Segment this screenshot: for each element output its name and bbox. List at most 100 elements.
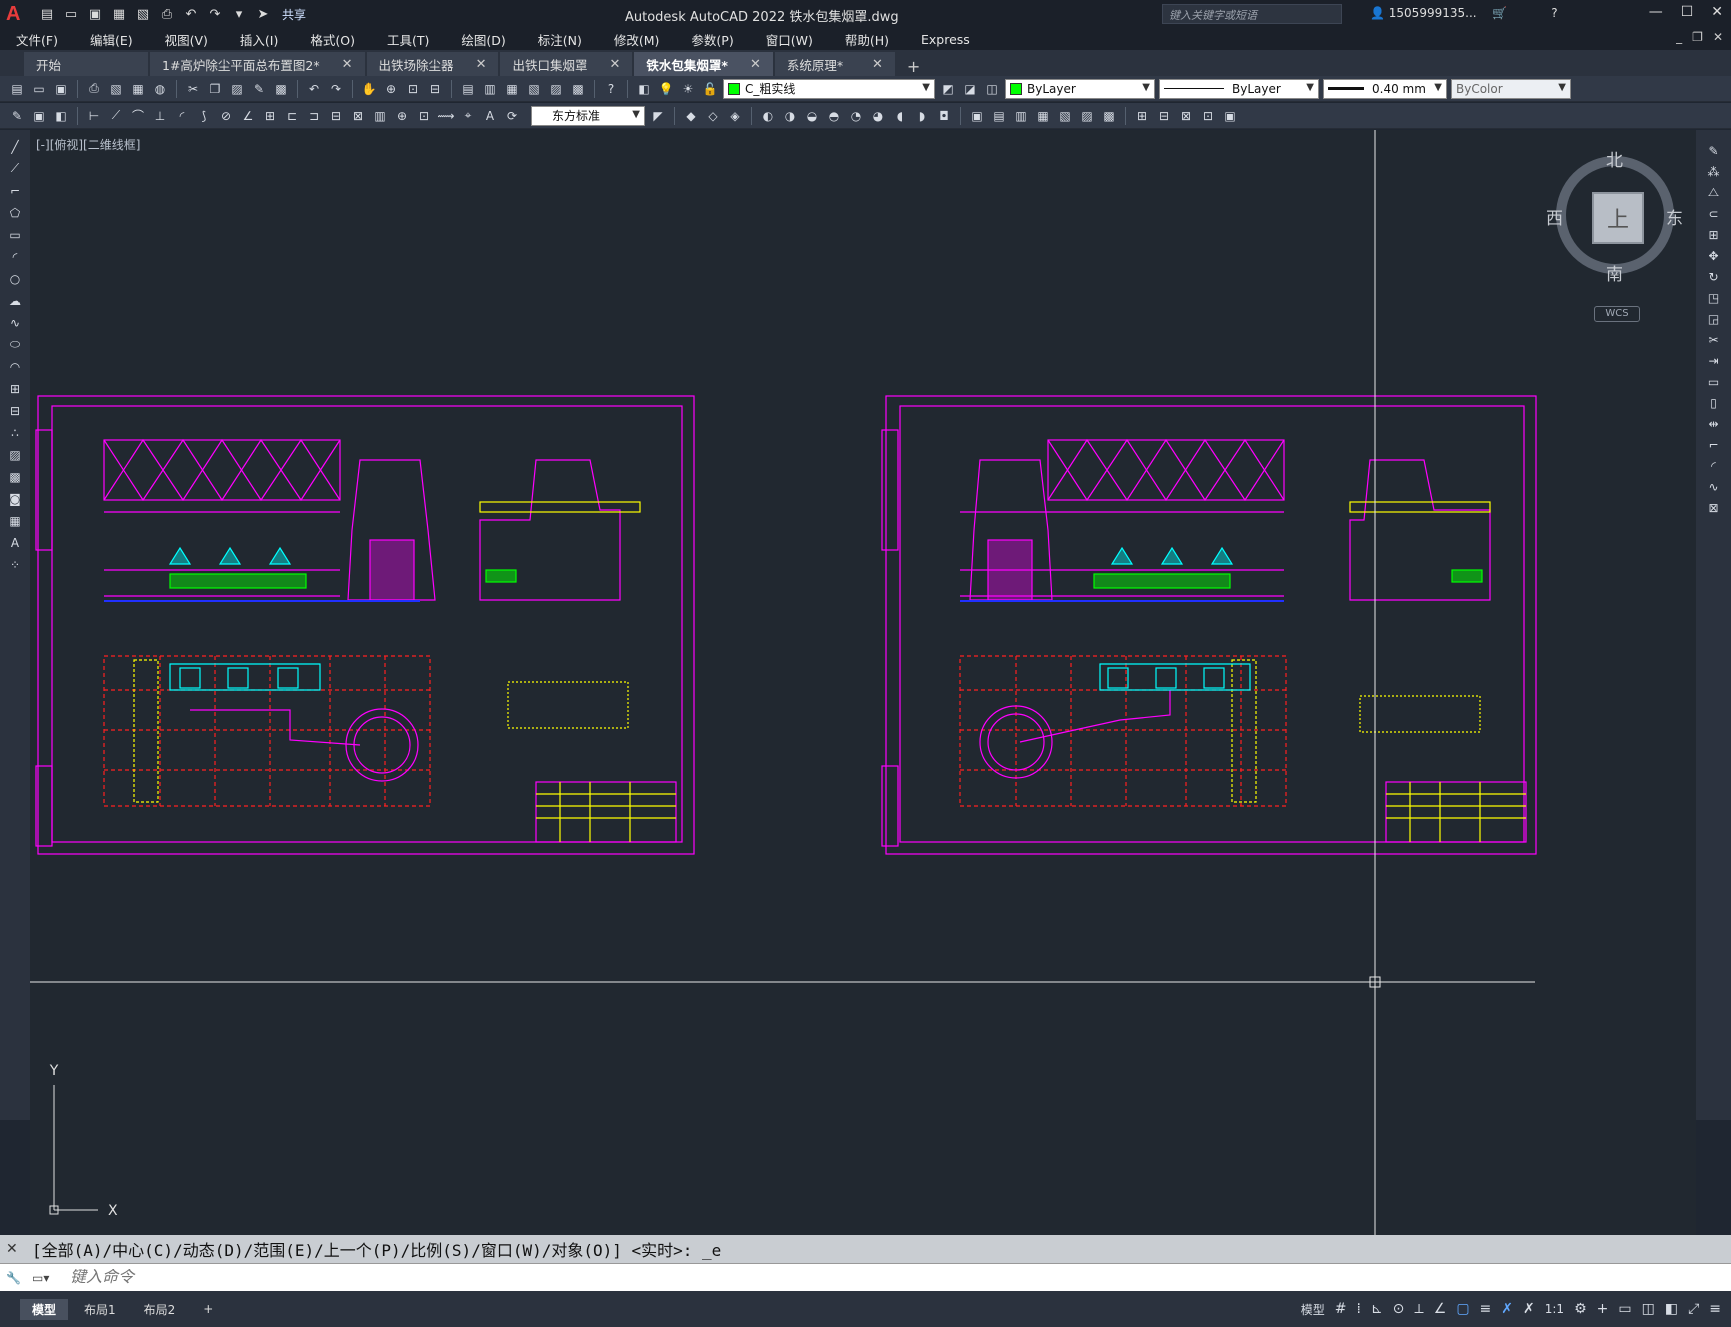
layer-merge-icon[interactable]: ◧ — [52, 107, 70, 125]
layer-walk-icon[interactable]: ◈ — [726, 107, 744, 125]
layer-change-icon[interactable]: ◒ — [803, 107, 821, 125]
open-icon[interactable]: ▭ — [30, 80, 48, 98]
layer-on-all-icon[interactable]: ▥ — [1012, 107, 1030, 125]
layout-tab-model[interactable]: 模型 — [20, 1298, 69, 1320]
layer-properties-icon[interactable]: ◧ — [635, 80, 653, 98]
wcs-menu[interactable]: WCS — [1594, 306, 1640, 322]
make-block-icon[interactable]: ⊟ — [6, 402, 24, 419]
viewcube-top-face[interactable]: 上 — [1592, 192, 1644, 244]
publish-icon[interactable]: ▦ — [129, 80, 147, 98]
qat-dropdown-icon[interactable]: ▾ — [230, 6, 248, 22]
table-icon[interactable]: ▦ — [6, 512, 24, 529]
cart-icon[interactable]: 🛒 — [1492, 6, 1507, 20]
layer-thaw-icon[interactable]: ▤ — [990, 107, 1008, 125]
angular-icon[interactable]: ∠ — [239, 107, 257, 125]
jogged-linear-icon[interactable]: ⟿ — [437, 107, 455, 125]
dimstyle-manager-icon[interactable]: ◤ — [649, 107, 667, 125]
pan-icon[interactable]: ✋ — [360, 80, 378, 98]
doc-minimize-icon[interactable]: _ — [1676, 30, 1682, 44]
menu-tools[interactable]: 工具(T) — [371, 30, 445, 49]
maximize-icon[interactable]: ☐ — [1681, 4, 1694, 20]
extend-icon[interactable]: ⇥ — [1705, 352, 1723, 369]
rectangle-icon[interactable]: ▭ — [6, 226, 24, 243]
rotate-icon[interactable]: ↻ — [1705, 268, 1723, 285]
plotstyle-dropdown[interactable]: ByColor ▼ — [1451, 78, 1571, 99]
tab-close-icon[interactable]: ✕ — [609, 57, 620, 72]
design-center-icon[interactable]: ▥ — [481, 80, 499, 98]
mtext-icon[interactable]: A — [6, 534, 24, 551]
close-icon[interactable]: ✕ — [6, 1241, 18, 1257]
scale-icon[interactable]: ◳ — [1705, 289, 1723, 306]
save-icon[interactable]: ▣ — [52, 80, 70, 98]
redo-icon[interactable]: ↷ — [327, 80, 345, 98]
layer-previous-icon[interactable]: ◪ — [961, 80, 979, 98]
tab-close-icon[interactable]: ✕ — [750, 57, 761, 72]
layer-copy-icon[interactable]: ◖ — [891, 107, 909, 125]
wrench-icon[interactable]: 🔧 — [6, 1271, 21, 1285]
radius-icon[interactable]: ◜ — [173, 107, 191, 125]
osnap-icon[interactable]: ▢ — [1456, 1301, 1469, 1317]
dim-text-edit-icon[interactable]: A — [481, 107, 499, 125]
menu-insert[interactable]: 插入(I) — [224, 30, 294, 49]
menu-parametric[interactable]: 参数(P) — [675, 30, 749, 49]
quick-properties-icon[interactable]: ◫ — [1642, 1301, 1655, 1317]
write-block-icon[interactable]: ⊠ — [1177, 107, 1195, 125]
zoom-realtime-icon[interactable]: ⊕ — [382, 80, 400, 98]
array-icon[interactable]: ⊞ — [1705, 226, 1723, 243]
insert-block-icon[interactable]: ⊞ — [6, 380, 24, 397]
erase-icon[interactable]: ✎ — [1705, 142, 1723, 159]
image-icon[interactable]: ▣ — [1221, 107, 1239, 125]
app-logo-icon[interactable]: A — [6, 3, 28, 25]
make-current-icon[interactable]: ◩ — [939, 80, 957, 98]
attribute-icon[interactable]: ▣ — [30, 107, 48, 125]
tab-file-5[interactable]: 系统原理* ✕ — [774, 52, 895, 76]
quick-dim-icon[interactable]: ⊞ — [261, 107, 279, 125]
region-icon[interactable]: ◙ — [6, 490, 24, 507]
ellipse-icon[interactable]: ⬭ — [6, 336, 24, 353]
paste-icon[interactable]: ▨ — [228, 80, 246, 98]
open-file-icon[interactable]: ▭ — [62, 6, 80, 22]
trim-icon[interactable]: ✂ — [1705, 331, 1723, 348]
calculator-icon[interactable]: ▩ — [569, 80, 587, 98]
preview-icon[interactable]: ▧ — [107, 80, 125, 98]
zoom-previous-icon[interactable]: ⊟ — [426, 80, 444, 98]
dim-edit-icon[interactable]: ⌖ — [459, 107, 477, 125]
diameter-icon[interactable]: ⊘ — [217, 107, 235, 125]
point-icon[interactable]: ∴ — [6, 424, 24, 441]
help-icon[interactable]: ? — [602, 80, 620, 98]
arc-icon[interactable]: ◜ — [6, 248, 24, 265]
copy-icon[interactable]: ❐ — [206, 80, 224, 98]
layer-unisolate-icon[interactable]: ◇ — [704, 107, 722, 125]
linear-dim-icon[interactable]: ⊢ — [85, 107, 103, 125]
compass-west[interactable]: 西 — [1546, 204, 1563, 229]
plot-icon[interactable]: ⎙ — [85, 80, 103, 98]
share-button[interactable]: 共享 — [282, 6, 306, 23]
layer-prev-icon[interactable]: ▨ — [1078, 107, 1096, 125]
copy-icon[interactable]: ⁂ — [1705, 163, 1723, 180]
grid-icon[interactable]: # — [1335, 1301, 1347, 1317]
save-as-icon[interactable]: ▦ — [110, 6, 128, 22]
break-icon[interactable]: ⊠ — [349, 107, 367, 125]
user-account[interactable]: 👤 1505999135... 🛒 ? — [1370, 6, 1558, 20]
baseline-icon[interactable]: ⊏ — [283, 107, 301, 125]
annotation-visibility-icon[interactable]: ✗ — [1501, 1301, 1513, 1317]
offset-icon[interactable]: ⊂ — [1705, 205, 1723, 222]
tab-start[interactable]: 开始 — [24, 52, 148, 76]
line-icon[interactable]: ╱ — [6, 138, 24, 155]
customize-icon[interactable]: ≡ — [1709, 1301, 1721, 1317]
tab-file-4[interactable]: 铁水包集烟罩* ✕ — [634, 52, 773, 76]
doc-restore-icon[interactable]: ❐ — [1692, 30, 1703, 44]
layer-merge-icon[interactable]: ◗ — [913, 107, 931, 125]
match-properties-icon[interactable]: ✎ — [250, 80, 268, 98]
polar-icon[interactable]: ⊙ — [1393, 1301, 1405, 1317]
break-point-icon[interactable]: ▭ — [1705, 373, 1723, 390]
plot-icon[interactable]: ⎙ — [158, 6, 176, 22]
ordinate-icon[interactable]: ⊥ — [151, 107, 169, 125]
center-mark-icon[interactable]: ⊕ — [393, 107, 411, 125]
minimize-icon[interactable]: — — [1649, 4, 1663, 20]
model-space-button[interactable]: 模型 — [1301, 1301, 1325, 1318]
units-icon[interactable]: ▭ — [1618, 1301, 1631, 1317]
layer-settings-icon[interactable]: ▩ — [1100, 107, 1118, 125]
close-icon[interactable]: ✕ — [1711, 4, 1723, 20]
tab-close-icon[interactable]: ✕ — [342, 57, 353, 72]
